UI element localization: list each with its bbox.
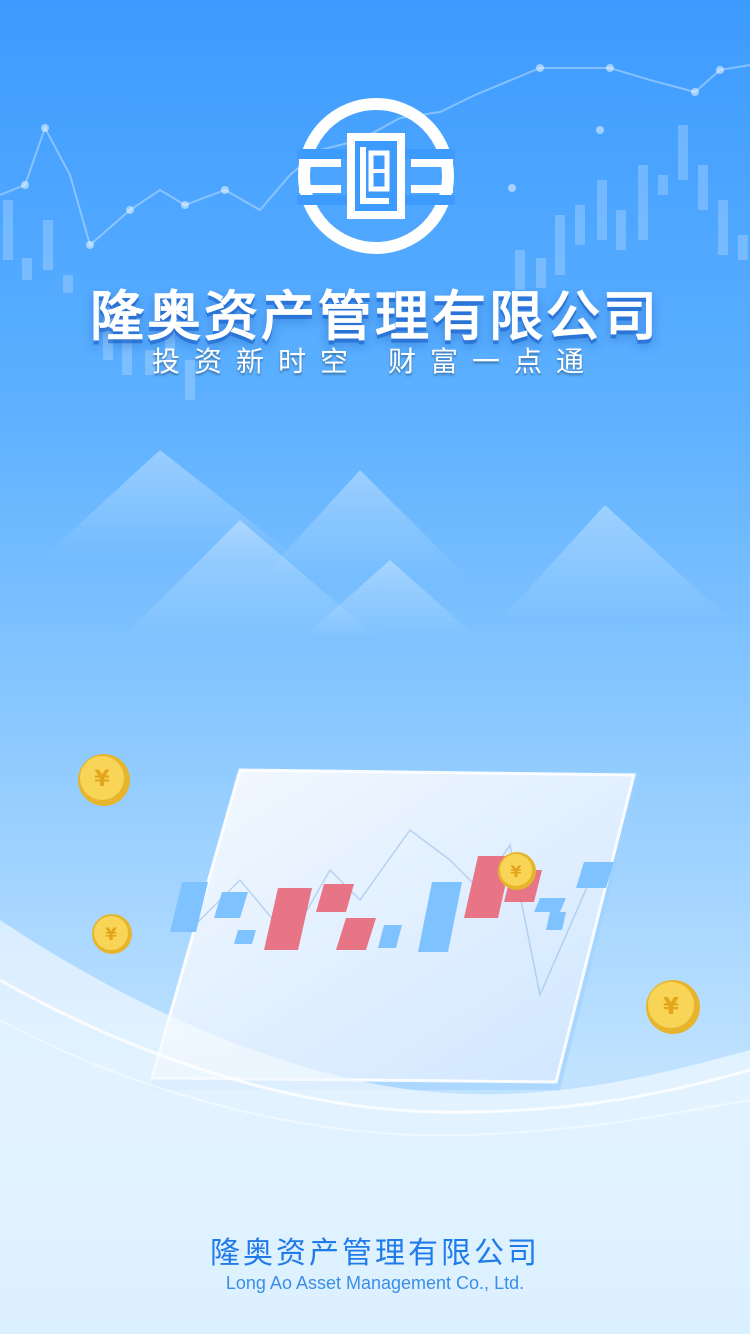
svg-text:¥: ¥ [663,994,679,1020]
svg-text:¥: ¥ [105,925,117,945]
gold-coin-icon: ¥ [78,754,130,806]
footer-english-name: Long Ao Asset Management Co., Ltd. [225,1273,525,1293]
gold-coin-icon: ¥ [646,980,700,1034]
mountain-illustration [0,450,750,1334]
gold-coin-icon: ¥ [498,852,536,890]
gold-coin-icon: ¥ [92,914,132,954]
svg-text:¥: ¥ [94,767,110,792]
svg-text:¥: ¥ [510,862,521,881]
footer-company-name: 隆奥资产管理有限公司 [210,1236,540,1271]
